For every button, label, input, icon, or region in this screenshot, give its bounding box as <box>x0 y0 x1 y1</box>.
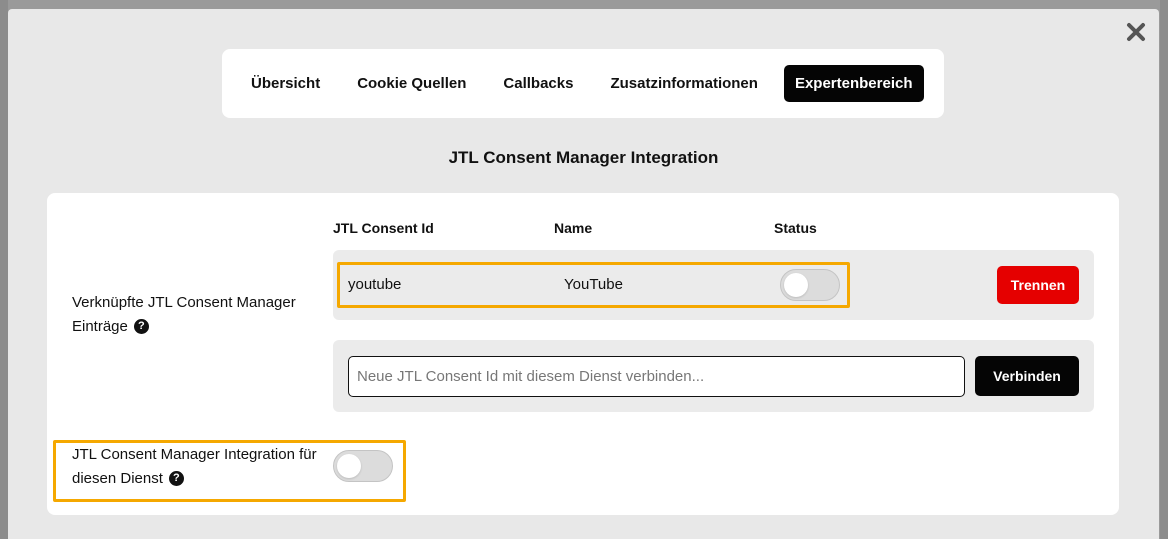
integration-label: JTL Consent Manager Integration für dies… <box>72 443 317 491</box>
table-row: youtube YouTube Trennen <box>333 250 1094 320</box>
tab-cookie-quellen[interactable]: Cookie Quellen <box>346 65 477 102</box>
disconnect-button[interactable]: Trennen <box>997 266 1079 304</box>
linked-entries-label-line1: Verknüpfte JTL Consent Manager <box>72 294 296 311</box>
backdrop-right <box>1160 0 1168 539</box>
help-icon[interactable]: ? <box>168 470 184 486</box>
tab-callbacks[interactable]: Callbacks <box>492 65 584 102</box>
linked-entries-label: Verknüpfte JTL Consent Manager Einträge? <box>72 291 296 339</box>
backdrop-left <box>0 0 8 539</box>
column-header-id: JTL Consent Id <box>333 220 434 236</box>
section-title: JTL Consent Manager Integration <box>448 148 719 167</box>
help-icon[interactable]: ? <box>133 318 149 334</box>
integration-toggle[interactable] <box>333 450 393 482</box>
settings-card: JTL Consent Id Name Status Verknüpfte JT… <box>47 193 1119 515</box>
toggle-knob <box>784 273 808 297</box>
column-header-name: Name <box>554 220 593 236</box>
column-header-status: Status <box>774 220 817 236</box>
tab-bar: Übersicht Cookie Quellen Callbacks Zusat… <box>222 49 944 118</box>
tab-expertenbereich[interactable]: Expertenbereich <box>783 65 924 102</box>
integration-label-line2: diesen Dienst <box>72 470 163 487</box>
connect-row: Verbinden <box>333 340 1094 412</box>
tab-zusatzinformationen[interactable]: Zusatzinformationen <box>599 65 769 102</box>
name-cell: YouTube <box>564 276 623 293</box>
consent-id-cell: youtube <box>348 276 402 293</box>
connect-button[interactable]: Verbinden <box>975 356 1079 396</box>
modal-dialog: Übersicht Cookie Quellen Callbacks Zusat… <box>8 9 1159 539</box>
tab-uebersicht[interactable]: Übersicht <box>240 65 331 102</box>
close-icon[interactable] <box>1123 19 1149 45</box>
linked-entries-label-line2: Einträge <box>72 318 128 335</box>
consent-id-input[interactable] <box>348 356 965 397</box>
status-toggle[interactable] <box>780 269 840 301</box>
integration-label-line1: JTL Consent Manager Integration für <box>72 446 317 463</box>
toggle-knob <box>337 454 361 478</box>
